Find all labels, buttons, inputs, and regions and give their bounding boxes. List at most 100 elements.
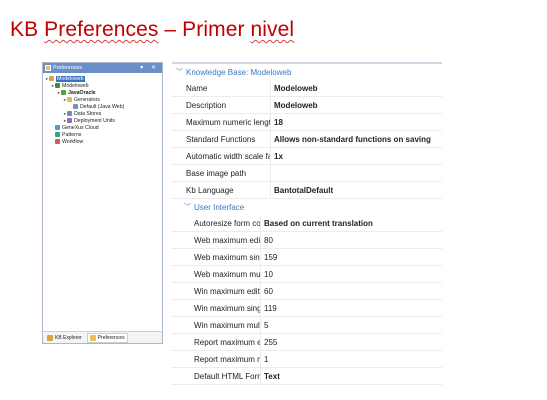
property-value[interactable]: 1x bbox=[270, 148, 442, 164]
tree-node[interactable]: ▸ Modeloweb bbox=[43, 82, 162, 89]
property-name: Web maximum edit leng bbox=[194, 235, 260, 245]
property-name: Report maximum edit le bbox=[194, 337, 260, 347]
property-row[interactable]: Report maximum edit le255 bbox=[172, 334, 442, 351]
property-value[interactable]: 255 bbox=[260, 334, 442, 350]
tree-node-label: Modeloweb bbox=[62, 82, 89, 89]
property-row[interactable]: Web maximum multi lin10 bbox=[172, 266, 442, 283]
ui-section-header[interactable]: ﹀ User Interface bbox=[172, 199, 442, 215]
kb-section-header[interactable]: ﹀ Knowledge Base: Modeloweb bbox=[172, 64, 442, 80]
property-name: Report maximum multi l bbox=[194, 354, 260, 364]
property-row[interactable]: Report maximum multi l1 bbox=[172, 351, 442, 368]
property-row[interactable]: Autoresize form controlsBased on current… bbox=[172, 215, 442, 232]
property-name: Default HTML Format (T bbox=[194, 371, 260, 381]
property-value[interactable]: BantotalDefault bbox=[270, 182, 442, 198]
property-value[interactable]: Modeloweb bbox=[270, 80, 442, 96]
tree-node-label: Deployment Units bbox=[74, 117, 115, 124]
preferences-tree: ▸ Modeloweb ▸ Modeloweb ▸ JavaOracle ▸ Generato… bbox=[43, 73, 162, 145]
property-name: Name bbox=[186, 83, 208, 93]
property-name: Web maximum multi lin bbox=[194, 269, 260, 279]
cloud-icon bbox=[55, 125, 60, 130]
property-name: Kb Language bbox=[186, 185, 234, 195]
tree-node-label: JavaOracle bbox=[68, 89, 96, 96]
tree-node[interactable]: Default (Java Web) bbox=[43, 103, 162, 110]
preferences-panel: Preferences ▾ ✕ ▸ Modeloweb ▸ Modeloweb ▸ Jav… bbox=[42, 62, 163, 344]
slide-title: KB Preferences – Primer nivel bbox=[10, 18, 294, 42]
title-part-preferences: Preferences bbox=[44, 18, 159, 41]
tree-node-label: GeneXus Cloud bbox=[62, 124, 99, 131]
tab-label: Preferences bbox=[97, 334, 125, 341]
property-name: Win maximum multi line bbox=[194, 320, 260, 330]
property-row[interactable]: Automatic width scale fact 1x bbox=[172, 148, 442, 165]
chevron-down-icon[interactable]: ﹀ bbox=[184, 202, 194, 212]
kb-rows: Name Modeloweb Description Modeloweb Maximum… bbox=[172, 80, 442, 199]
patterns-icon bbox=[55, 132, 60, 137]
panel-title: Preferences bbox=[53, 65, 83, 71]
property-name: Maximum numeric length bbox=[186, 117, 270, 127]
environment-icon bbox=[61, 90, 66, 95]
panel-header: Preferences ▾ ✕ bbox=[43, 63, 162, 73]
tree-node[interactable]: Patterns bbox=[43, 131, 162, 138]
property-name: Automatic width scale fact bbox=[186, 151, 270, 161]
tree-node-label: Modeloweb bbox=[56, 75, 85, 82]
generator-icon bbox=[73, 104, 78, 109]
title-part-primer: – Primer bbox=[158, 18, 251, 41]
tab-kb-explorer[interactable]: KB Explorer bbox=[45, 334, 84, 342]
property-value[interactable]: Modeloweb bbox=[270, 97, 442, 113]
tree-node[interactable]: ▸ Data Stores bbox=[43, 110, 162, 117]
property-value[interactable]: 10 bbox=[260, 266, 442, 282]
property-name: Base image path bbox=[186, 168, 247, 178]
kb-section-title: Knowledge Base: Modeloweb bbox=[186, 67, 292, 77]
model-icon bbox=[55, 83, 60, 88]
tree-node[interactable]: ▸ Modeloweb bbox=[43, 75, 162, 82]
tree-node-label: Workflow bbox=[62, 138, 84, 145]
property-row[interactable]: Web maximum single lin159 bbox=[172, 249, 442, 266]
property-row[interactable]: Win maximum multi line5 bbox=[172, 317, 442, 334]
tree-node[interactable]: ▸ Deployment Units bbox=[43, 117, 162, 124]
folder-icon bbox=[67, 97, 72, 102]
property-name: Description bbox=[186, 100, 227, 110]
panel-header-buttons[interactable]: ▾ ✕ bbox=[140, 64, 159, 71]
deploy-icon bbox=[67, 118, 72, 123]
tree-node[interactable]: ▸ JavaOracle bbox=[43, 89, 162, 96]
property-value[interactable]: 159 bbox=[260, 249, 442, 265]
property-row[interactable]: Win maximum single lin119 bbox=[172, 300, 442, 317]
title-part-nivel: nivel bbox=[250, 18, 295, 41]
property-row[interactable]: Base image path bbox=[172, 165, 442, 182]
property-row[interactable]: Maximum numeric length 18 bbox=[172, 114, 442, 131]
chevron-down-icon[interactable]: ﹀ bbox=[176, 67, 186, 77]
property-value[interactable]: Allows non-standard functions on saving bbox=[270, 131, 442, 147]
tree-node-label: Default (Java Web) bbox=[80, 103, 125, 110]
tree-node-label: Generators bbox=[74, 96, 100, 103]
property-value[interactable]: 5 bbox=[260, 317, 442, 333]
property-value[interactable]: 80 bbox=[260, 232, 442, 248]
property-row[interactable]: Kb Language BantotalDefault bbox=[172, 182, 442, 199]
kb-explorer-icon bbox=[47, 334, 53, 341]
tree-node[interactable]: ▸ Generators bbox=[43, 96, 162, 103]
property-row[interactable]: Name Modeloweb bbox=[172, 80, 442, 97]
preferences-icon bbox=[45, 65, 51, 71]
property-row[interactable]: Win maximum edit lengt60 bbox=[172, 283, 442, 300]
tree-node-label: Data Stores bbox=[74, 110, 102, 117]
property-name: Standard Functions bbox=[186, 134, 256, 144]
property-value[interactable]: 18 bbox=[270, 114, 442, 130]
property-row[interactable]: Standard Functions Allows non-standard fu… bbox=[172, 131, 442, 148]
property-name: Win maximum edit lengt bbox=[194, 286, 260, 296]
property-row[interactable]: Web maximum edit leng80 bbox=[172, 232, 442, 249]
property-value[interactable]: Text bbox=[260, 368, 442, 384]
property-name: Win maximum single lin bbox=[194, 303, 260, 313]
database-icon bbox=[67, 111, 72, 116]
tree-node[interactable]: Workflow bbox=[43, 138, 162, 145]
property-value[interactable]: 60 bbox=[260, 283, 442, 299]
tree-node[interactable]: GeneXus Cloud bbox=[43, 124, 162, 131]
property-name: Autoresize form controls bbox=[194, 218, 260, 228]
property-row[interactable]: Description Modeloweb bbox=[172, 97, 442, 114]
property-value[interactable]: 1 bbox=[260, 351, 442, 367]
tab-preferences[interactable]: Preferences bbox=[86, 332, 128, 343]
workflow-icon bbox=[55, 139, 60, 144]
panel-footer-tabs: KB Explorer Preferences bbox=[43, 331, 162, 343]
property-name: Web maximum single lin bbox=[194, 252, 260, 262]
property-value[interactable]: Based on current translation bbox=[260, 215, 442, 231]
property-value[interactable]: 119 bbox=[260, 300, 442, 316]
property-row[interactable]: Default HTML Format (TText bbox=[172, 368, 442, 385]
property-value[interactable] bbox=[270, 165, 442, 181]
